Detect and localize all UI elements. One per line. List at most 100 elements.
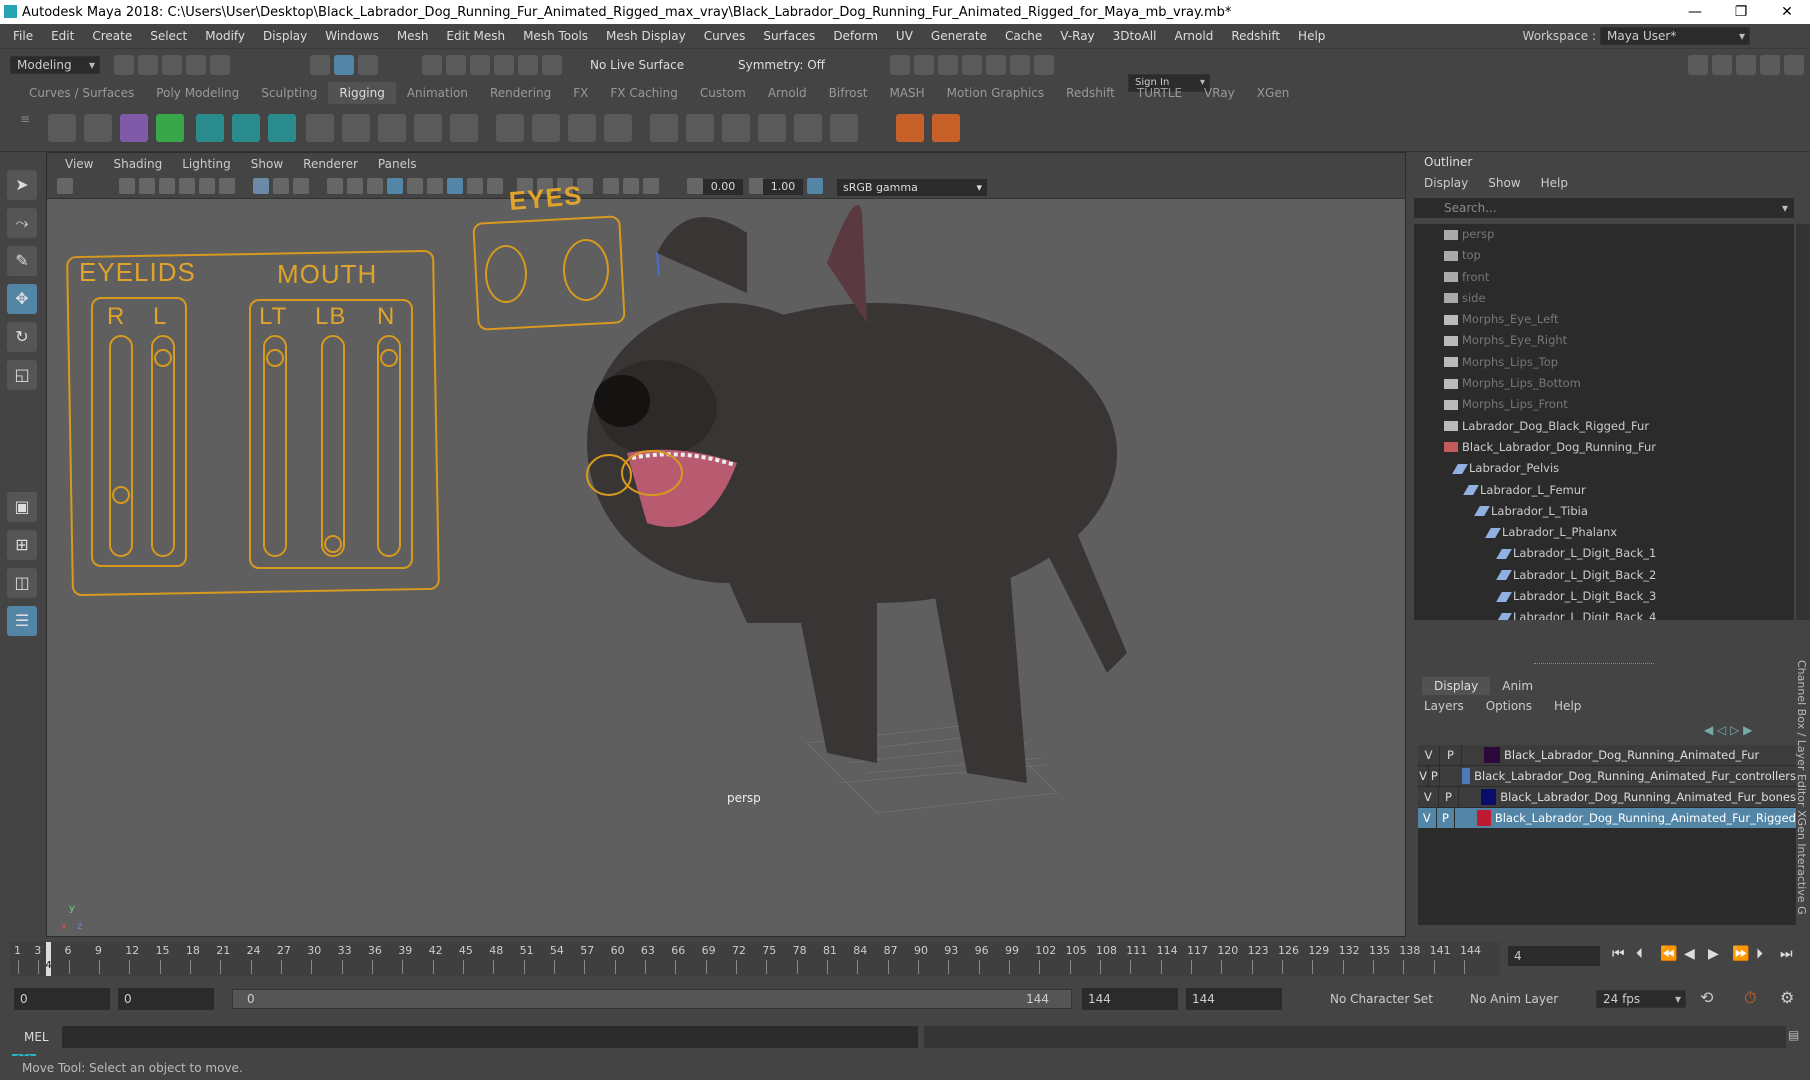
shelf-tab-mash[interactable]: MASH bbox=[878, 86, 935, 100]
dog-model[interactable] bbox=[47, 153, 1406, 937]
auto-key-icon[interactable]: ⏱ bbox=[1744, 988, 1756, 1008]
layer-menu-options[interactable]: Options bbox=[1486, 699, 1532, 713]
outliner-menu-show[interactable]: Show bbox=[1488, 176, 1520, 190]
shelf-tab-xgen[interactable]: XGen bbox=[1246, 86, 1301, 100]
shelf-tab-poly-modeling[interactable]: Poly Modeling bbox=[145, 86, 250, 100]
outliner-item[interactable]: Labrador_L_Femur bbox=[1414, 480, 1794, 501]
save-scene-icon[interactable] bbox=[162, 55, 182, 75]
minimize-button[interactable]: — bbox=[1672, 4, 1718, 20]
layer-playback-toggle[interactable]: P bbox=[1437, 807, 1456, 829]
character-set-dropdown[interactable]: No Character Set bbox=[1330, 992, 1433, 1006]
menu-file[interactable]: File bbox=[13, 29, 33, 43]
shelf-tab-rendering[interactable]: Rendering bbox=[479, 86, 562, 100]
shelf-tab-animation[interactable]: Animation bbox=[396, 86, 479, 100]
menu-uv[interactable]: UV bbox=[896, 29, 913, 43]
menu-modify[interactable]: Modify bbox=[205, 29, 245, 43]
humanik-icon[interactable] bbox=[414, 114, 442, 142]
shelf-tab-rigging[interactable]: Rigging bbox=[328, 82, 396, 104]
menu-mesh-tools[interactable]: Mesh Tools bbox=[523, 29, 588, 43]
outliner-item[interactable]: Morphs_Lips_Bottom bbox=[1414, 373, 1794, 394]
lasso-tool-icon[interactable]: ⤳ bbox=[7, 208, 37, 238]
outliner-search-input[interactable]: Search... bbox=[1414, 198, 1794, 218]
menu-v-ray[interactable]: V-Ray bbox=[1060, 29, 1094, 43]
outliner-item[interactable]: persp bbox=[1414, 224, 1794, 245]
shelf-tab-redshift[interactable]: Redshift bbox=[1055, 86, 1126, 100]
menu-help[interactable]: Help bbox=[1298, 29, 1325, 43]
snap-view-icon[interactable] bbox=[494, 55, 514, 75]
aim-constraint-icon[interactable] bbox=[794, 114, 822, 142]
blend-shape-icon[interactable] bbox=[268, 114, 296, 142]
step-back-key-icon[interactable]: ⏴ bbox=[1636, 946, 1643, 962]
outliner-menu-help[interactable]: Help bbox=[1541, 176, 1568, 190]
outliner-item[interactable]: Labrador_L_Tibia bbox=[1414, 501, 1794, 522]
outliner-item[interactable]: top bbox=[1414, 245, 1794, 266]
layer-visibility-toggle[interactable]: V bbox=[1418, 807, 1437, 829]
scene-end-field[interactable]: 144 bbox=[1186, 988, 1282, 1010]
outliner-item[interactable]: Black_Labrador_Dog_Running_Fur bbox=[1414, 437, 1794, 458]
four-view-layout-icon[interactable]: ⊞ bbox=[7, 530, 37, 560]
new-scene-icon[interactable] bbox=[114, 55, 134, 75]
tool-settings-icon[interactable] bbox=[1760, 55, 1780, 75]
step-forward-key-icon[interactable]: ⏵ bbox=[1756, 946, 1763, 962]
outliner-item[interactable]: Labrador_Pelvis bbox=[1414, 458, 1794, 479]
menu-cache[interactable]: Cache bbox=[1005, 29, 1042, 43]
lattice-icon[interactable] bbox=[232, 114, 260, 142]
persp-viewport[interactable]: View Shading Lighting Show Renderer Panels 0.… bbox=[46, 152, 1406, 937]
command-input[interactable] bbox=[62, 1026, 918, 1048]
menu-3dtoall[interactable]: 3DtoAll bbox=[1113, 29, 1157, 43]
joint-tool-icon[interactable] bbox=[48, 114, 76, 142]
shelf-tab-fx[interactable]: FX bbox=[562, 86, 599, 100]
menu-select[interactable]: Select bbox=[150, 29, 187, 43]
mirror-joint-icon[interactable] bbox=[342, 114, 370, 142]
anim-end-field[interactable]: 144 bbox=[1082, 988, 1178, 1010]
menu-redshift[interactable]: Redshift bbox=[1231, 29, 1280, 43]
side-panel-tabs[interactable]: Channel Box / Layer Editor XGen Interact… bbox=[1792, 660, 1810, 920]
anim-start-field[interactable]: 0 bbox=[118, 988, 214, 1010]
shelf-tab-fx-caching[interactable]: FX Caching bbox=[599, 86, 688, 100]
move-tool-icon[interactable]: ✥ bbox=[7, 284, 37, 314]
snap-grid-icon[interactable] bbox=[422, 55, 442, 75]
scale-tool-icon[interactable]: ◱ bbox=[7, 360, 37, 390]
layer-row[interactable]: V P Black_Labrador_Dog_Running_Animated_Fu… bbox=[1418, 807, 1796, 829]
render-frame-icon[interactable] bbox=[890, 55, 910, 75]
cluster-icon[interactable] bbox=[196, 114, 224, 142]
menu-create[interactable]: Create bbox=[92, 29, 132, 43]
shelf-tab-arnold[interactable]: Arnold bbox=[757, 86, 818, 100]
outliner-layout-icon[interactable]: ☰ bbox=[7, 606, 37, 636]
pole-vector-icon[interactable] bbox=[830, 114, 858, 142]
parent-constraint-icon[interactable] bbox=[650, 114, 678, 142]
outliner-item[interactable]: front bbox=[1414, 267, 1794, 288]
menu-edit-mesh[interactable]: Edit Mesh bbox=[446, 29, 505, 43]
point-constraint-icon[interactable] bbox=[686, 114, 714, 142]
layer-tab-anim[interactable]: Anim bbox=[1490, 677, 1545, 695]
play-backwards-icon[interactable]: ◀ bbox=[1684, 946, 1695, 962]
render-settings-icon[interactable] bbox=[962, 55, 982, 75]
layer-color-swatch[interactable] bbox=[1481, 789, 1497, 805]
single-perspective-layout-icon[interactable]: ▣ bbox=[7, 492, 37, 522]
layer-tab-display[interactable]: Display bbox=[1422, 677, 1491, 695]
skeleton-icon[interactable] bbox=[450, 114, 478, 142]
shelf-tab-turtle[interactable]: TURTLE bbox=[1126, 86, 1193, 100]
quick-rig-icon[interactable] bbox=[496, 114, 524, 142]
orient-constraint-icon[interactable] bbox=[722, 114, 750, 142]
anim-layer-dropdown[interactable]: No Anim Layer bbox=[1470, 992, 1558, 1006]
outliner-item[interactable]: Morphs_Eye_Left bbox=[1414, 309, 1794, 330]
modeling-toolkit-icon[interactable] bbox=[1688, 55, 1708, 75]
layer-visibility-toggle[interactable]: V bbox=[1418, 765, 1430, 787]
menu-curves[interactable]: Curves bbox=[704, 29, 746, 43]
current-frame-field[interactable]: 4 bbox=[1508, 946, 1600, 966]
go-to-start-icon[interactable]: ⏮ bbox=[1612, 946, 1625, 962]
add-attribute-icon[interactable] bbox=[896, 114, 924, 142]
symmetry-label[interactable]: Symmetry: Off bbox=[738, 58, 825, 72]
layer-playback-toggle[interactable]: P bbox=[1440, 744, 1462, 766]
layer-row[interactable]: V P Black_Labrador_Dog_Running_Animated_Fu… bbox=[1418, 744, 1796, 766]
paint-select-icon[interactable]: ✎ bbox=[7, 246, 37, 276]
ik-spline-icon[interactable] bbox=[120, 114, 148, 142]
menu-arnold[interactable]: Arnold bbox=[1174, 29, 1213, 43]
nonlinear-icon[interactable] bbox=[568, 114, 596, 142]
scene-start-field[interactable]: 0 bbox=[14, 988, 110, 1010]
time-ticks[interactable]: 1 3 6 9 12 15 18 21 24 27 30 33 36 39 42 45 48 51 54 57 60 63… bbox=[10, 942, 1500, 976]
scale-constraint-icon[interactable] bbox=[758, 114, 786, 142]
shelf-tab-motion-graphics[interactable]: Motion Graphics bbox=[936, 86, 1056, 100]
panel-splitter[interactable] bbox=[1534, 663, 1654, 664]
